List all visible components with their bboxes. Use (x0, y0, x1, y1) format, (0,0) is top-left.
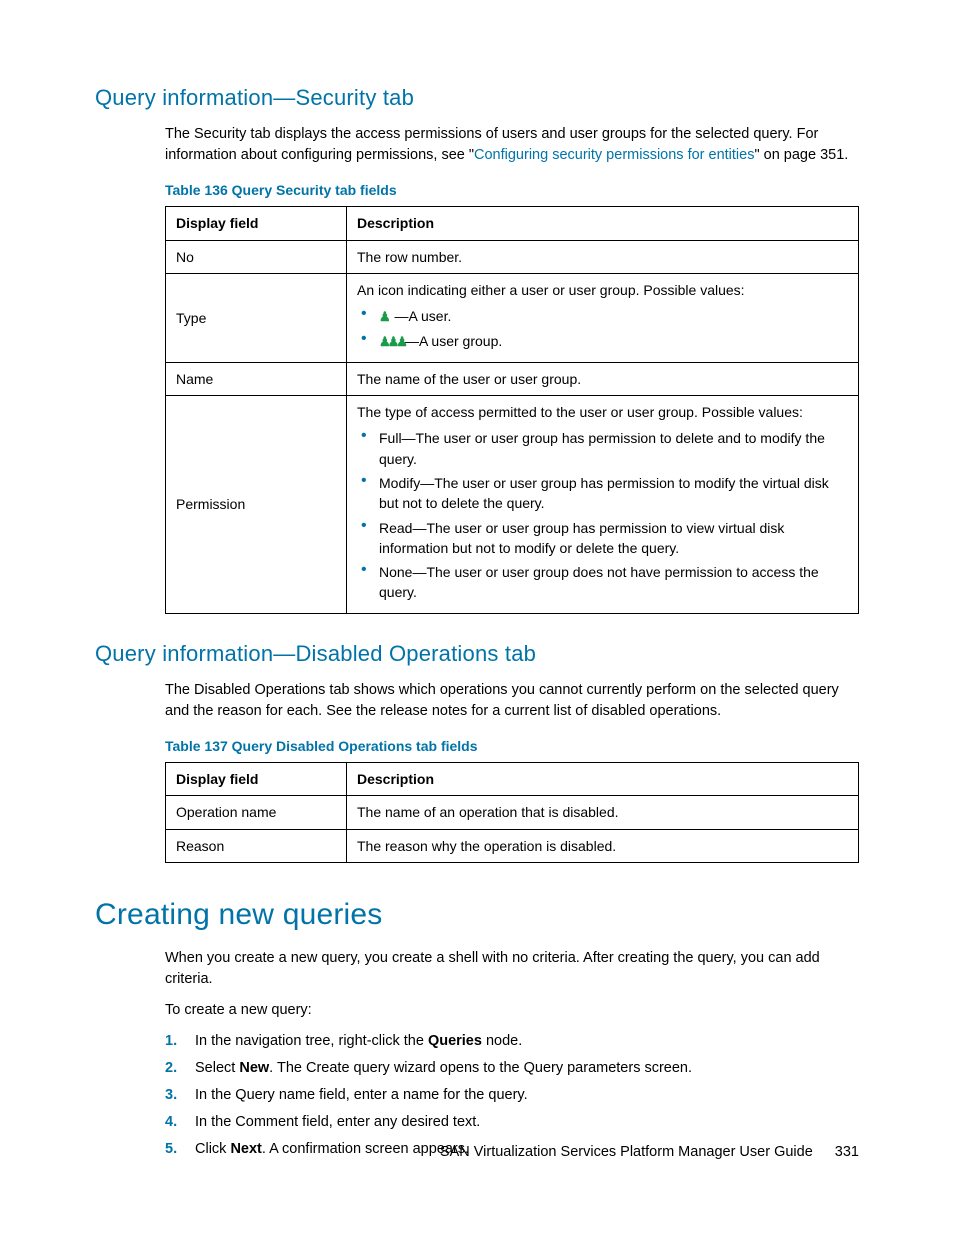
th-description: Description (347, 207, 859, 240)
page-footer: SAN Virtualization Services Platform Man… (440, 1142, 859, 1163)
step-bold: Queries (428, 1033, 482, 1049)
type-group-text: —A user group. (405, 333, 502, 349)
table-security-fields: Display field Description No The row num… (165, 206, 859, 614)
cell-desc: The row number. (347, 240, 859, 273)
table-row: Operation name The name of an operation … (166, 796, 859, 829)
perm-intro: The type of access permitted to the user… (357, 404, 803, 420)
table-row: Reason The reason why the operation is d… (166, 829, 859, 862)
type-intro: An icon indicating either a user or user… (357, 282, 745, 298)
table-row: Type An icon indicating either a user or… (166, 273, 859, 362)
heading-creating-queries: Creating new queries (95, 893, 859, 937)
perm-bullet: Read—The user or user group has permissi… (357, 518, 848, 559)
cell-desc: An icon indicating either a user or user… (347, 273, 859, 362)
user-group-icon: ♟♟♟ (379, 334, 405, 349)
user-icon: ♟ (379, 309, 391, 324)
table-caption-136: Table 136 Query Security tab fields (165, 180, 859, 200)
cell-desc: The name of an operation that is disable… (347, 796, 859, 829)
step-bold: New (239, 1060, 269, 1076)
step-text: . A confirmation screen appears. (262, 1141, 469, 1157)
creating-p1: When you create a new query, you create … (165, 948, 859, 990)
table-header-row: Display field Description (166, 207, 859, 240)
step-text: node. (482, 1033, 522, 1049)
perm-bullet: Full—The user or user group has permissi… (357, 428, 848, 469)
cell-field: Permission (166, 396, 347, 614)
intro-paragraph: The Security tab displays the access per… (165, 124, 859, 166)
cell-desc: The reason why the operation is disabled… (347, 829, 859, 862)
step-text: In the navigation tree, right-click the (195, 1033, 428, 1049)
step-item: Select New. The Create query wizard open… (165, 1058, 859, 1079)
creating-p2: To create a new query: (165, 1000, 859, 1021)
intro-text-post: " on page 351. (754, 147, 848, 163)
step-text: Click (195, 1141, 230, 1157)
xref-link-configuring-security[interactable]: Configuring security permissions for ent… (474, 147, 754, 163)
perm-bullet: Modify—The user or user group has permis… (357, 473, 848, 514)
cell-desc: The type of access permitted to the user… (347, 396, 859, 614)
table-row: Name The name of the user or user group. (166, 362, 859, 395)
step-text: Select (195, 1060, 239, 1076)
table-caption-137: Table 137 Query Disabled Operations tab … (165, 736, 859, 756)
intro-paragraph: The Disabled Operations tab shows which … (165, 680, 859, 722)
cell-field: Name (166, 362, 347, 395)
cell-desc: The name of the user or user group. (347, 362, 859, 395)
step-text: . The Create query wizard opens to the Q… (269, 1060, 692, 1076)
perm-bullet: None—The user or user group does not hav… (357, 562, 848, 603)
step-item: In the navigation tree, right-click the … (165, 1031, 859, 1052)
table-header-row: Display field Description (166, 762, 859, 795)
heading-security-tab: Query information—Security tab (95, 82, 859, 114)
table-disabled-ops-fields: Display field Description Operation name… (165, 762, 859, 863)
footer-title: SAN Virtualization Services Platform Man… (440, 1144, 813, 1160)
table-row: Permission The type of access permitted … (166, 396, 859, 614)
cell-field: Type (166, 273, 347, 362)
type-user-item: ♟ —A user. (357, 306, 848, 327)
th-display-field: Display field (166, 762, 347, 795)
th-display-field: Display field (166, 207, 347, 240)
cell-field: Operation name (166, 796, 347, 829)
cell-field: Reason (166, 829, 347, 862)
th-description: Description (347, 762, 859, 795)
type-group-item: ♟♟♟—A user group. (357, 331, 848, 352)
step-bold: Next (230, 1141, 261, 1157)
heading-disabled-ops-tab: Query information—Disabled Operations ta… (95, 638, 859, 670)
cell-field: No (166, 240, 347, 273)
step-item: In the Comment field, enter any desired … (165, 1112, 859, 1133)
footer-page-number: 331 (835, 1144, 859, 1160)
step-item: In the Query name field, enter a name fo… (165, 1085, 859, 1106)
type-user-text: —A user. (395, 308, 452, 324)
table-row: No The row number. (166, 240, 859, 273)
